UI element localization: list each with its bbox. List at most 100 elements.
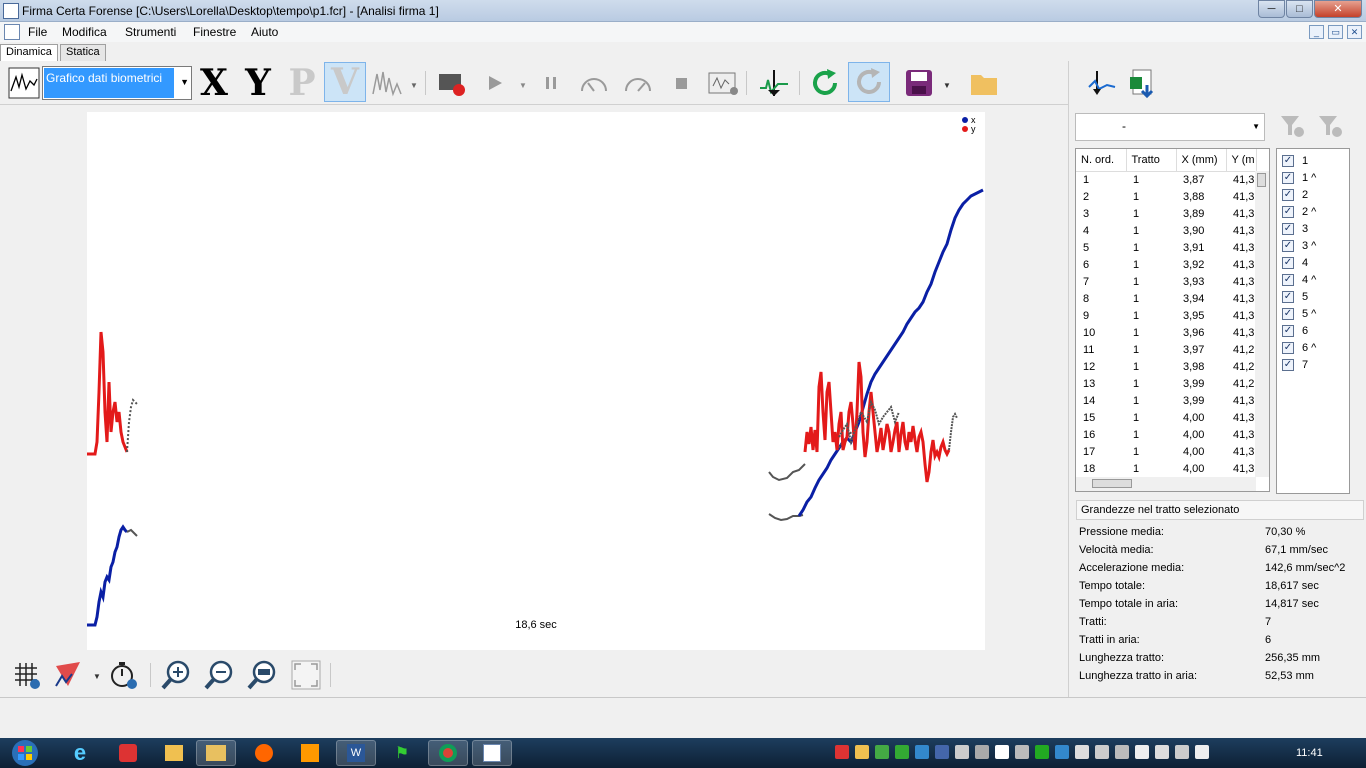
app-red-icon[interactable] (108, 740, 148, 766)
table-row[interactable]: 6 1 3,92 41,3 (1076, 256, 1256, 273)
checkbox[interactable]: ✓ (1282, 154, 1294, 167)
stroke-checkbox-item[interactable]: ✓ 2 ^ (1282, 203, 1316, 220)
checkbox[interactable]: ✓ (1282, 307, 1294, 320)
tray-app-icon[interactable] (835, 745, 849, 759)
fcf-app-icon[interactable] (472, 740, 512, 766)
tray-app-icon[interactable] (1095, 745, 1109, 759)
table-row[interactable]: 12 1 3,98 41,2 (1076, 358, 1256, 375)
checkbox[interactable]: ✓ (1282, 290, 1294, 303)
table-row[interactable]: 5 1 3,91 41,3 (1076, 239, 1256, 256)
tray-app-icon[interactable] (875, 745, 889, 759)
refresh-icon[interactable] (807, 65, 843, 101)
checkbox[interactable]: ✓ (1282, 239, 1294, 252)
tray-app-icon[interactable] (855, 745, 869, 759)
menu-file[interactable]: File (28, 25, 47, 39)
horizontal-scrollbar[interactable] (1076, 477, 1256, 491)
table-row[interactable]: 18 1 4,00 41,3 (1076, 460, 1256, 477)
checkbox[interactable]: ✓ (1282, 222, 1294, 235)
slow-speed-icon[interactable] (576, 65, 612, 101)
firefox-icon[interactable] (244, 740, 284, 766)
close-button[interactable]: ✕ (1314, 0, 1362, 18)
signature-plot[interactable]: x y 18,6 sec (87, 112, 985, 650)
column-header[interactable]: N. ord. (1076, 149, 1127, 172)
table-row[interactable]: 13 1 3,99 41,2 (1076, 375, 1256, 392)
mdi-close-button[interactable]: ✕ (1347, 25, 1362, 39)
timer-icon[interactable] (106, 657, 142, 693)
play-dropdown-icon[interactable]: ▼ (519, 81, 527, 90)
zoom-out-icon[interactable] (201, 657, 237, 693)
save-dropdown-icon[interactable]: ▼ (943, 81, 951, 90)
waveform-icon[interactable] (370, 65, 406, 101)
table-row[interactable]: 11 1 3,97 41,2 (1076, 341, 1256, 358)
column-header[interactable]: Tratto (1126, 149, 1177, 172)
maximize-button[interactable]: □ (1286, 0, 1313, 18)
media-player-icon[interactable] (290, 740, 330, 766)
table-row[interactable]: 2 1 3,88 41,3 (1076, 188, 1256, 205)
table-row[interactable]: 10 1 3,96 41,3 (1076, 324, 1256, 341)
folder-task-icon[interactable] (196, 740, 236, 766)
column-header[interactable]: Y (m (1226, 149, 1257, 172)
table-row[interactable]: 9 1 3,95 41,3 (1076, 307, 1256, 324)
checkbox[interactable]: ✓ (1282, 324, 1294, 337)
grid-icon[interactable] (8, 657, 44, 693)
remove-filter-icon[interactable] (1315, 111, 1345, 141)
table-row[interactable]: 8 1 3,94 41,3 (1076, 290, 1256, 307)
menu-strumenti[interactable]: Strumenti (125, 25, 176, 39)
stroke-checkbox-item[interactable]: ✓ 4 (1282, 254, 1308, 271)
menu-finestre[interactable]: Finestre (193, 25, 236, 39)
table-row[interactable]: 14 1 3,99 41,3 (1076, 392, 1256, 409)
menu-modifica[interactable]: Modifica (62, 25, 107, 39)
v-toggle-button[interactable]: V (324, 62, 366, 102)
tray-app-icon[interactable] (1015, 745, 1029, 759)
tray-app-icon[interactable] (1115, 745, 1129, 759)
battery-icon[interactable] (1155, 745, 1169, 759)
action-center-icon[interactable] (1195, 745, 1209, 759)
folder-icon[interactable] (966, 65, 1002, 101)
stroke-checkbox-item[interactable]: ✓ 6 ^ (1282, 339, 1316, 356)
checkbox[interactable]: ✓ (1282, 358, 1294, 371)
start-button[interactable] (6, 738, 44, 768)
table-row[interactable]: 16 1 4,00 41,3 (1076, 426, 1256, 443)
chrome-icon[interactable] (428, 740, 468, 766)
table-row[interactable]: 15 1 4,00 41,3 (1076, 409, 1256, 426)
tray-app-icon[interactable] (915, 745, 929, 759)
table-row[interactable]: 7 1 3,93 41,3 (1076, 273, 1256, 290)
excel-export-icon[interactable] (1125, 65, 1161, 101)
ie-icon[interactable]: e (60, 740, 100, 766)
signature-pen-icon[interactable] (50, 657, 86, 693)
tray-app-icon[interactable] (955, 745, 969, 759)
stroke-checkbox-item[interactable]: ✓ 1 (1282, 152, 1308, 169)
y-toggle-button[interactable]: Y (240, 65, 276, 101)
checkbox[interactable]: ✓ (1282, 256, 1294, 269)
p-toggle-button[interactable]: P (284, 65, 320, 101)
checkbox[interactable]: ✓ (1282, 341, 1294, 354)
tray-app-icon[interactable] (895, 745, 909, 759)
word-icon[interactable]: W (336, 740, 376, 766)
pause-icon[interactable] (533, 65, 569, 101)
add-filter-icon[interactable] (1277, 111, 1307, 141)
column-header[interactable]: X (mm) (1176, 149, 1227, 172)
stroke-checkbox-item[interactable]: ✓ 3 ^ (1282, 237, 1316, 254)
film-icon[interactable] (705, 65, 741, 101)
points-table[interactable]: N. ord. Tratto X (mm) Y (m 1 1 3,87 41,3 2 1 3,88… (1075, 148, 1270, 492)
mdi-minimize-button[interactable]: _ (1309, 25, 1324, 39)
stroke-checkbox-item[interactable]: ✓ 4 ^ (1282, 271, 1316, 288)
clock[interactable]: 11:41 (1296, 747, 1323, 759)
filter-select[interactable]: - ▼ (1075, 113, 1265, 141)
vertical-scrollbar[interactable] (1255, 171, 1269, 477)
stroke-checkbox-item[interactable]: ✓ 3 (1282, 220, 1308, 237)
tray-app-icon[interactable] (975, 745, 989, 759)
pen-dropdown-icon[interactable]: ▼ (93, 672, 101, 681)
flag-icon[interactable]: ⚑ (382, 740, 422, 766)
fit-view-icon[interactable] (288, 657, 324, 693)
checkbox[interactable]: ✓ (1282, 171, 1294, 184)
dropbox-icon[interactable] (995, 745, 1009, 759)
stroke-checkbox-item[interactable]: ✓ 2 (1282, 186, 1308, 203)
explorer-pin-icon[interactable] (154, 740, 194, 766)
checkbox[interactable]: ✓ (1282, 205, 1294, 218)
checkbox[interactable]: ✓ (1282, 273, 1294, 286)
stroke-checkbox-item[interactable]: ✓ 7 (1282, 356, 1308, 373)
refresh-all-icon[interactable] (848, 62, 890, 102)
stop-icon[interactable] (663, 65, 699, 101)
stroke-checkbox-item[interactable]: ✓ 6 (1282, 322, 1308, 339)
